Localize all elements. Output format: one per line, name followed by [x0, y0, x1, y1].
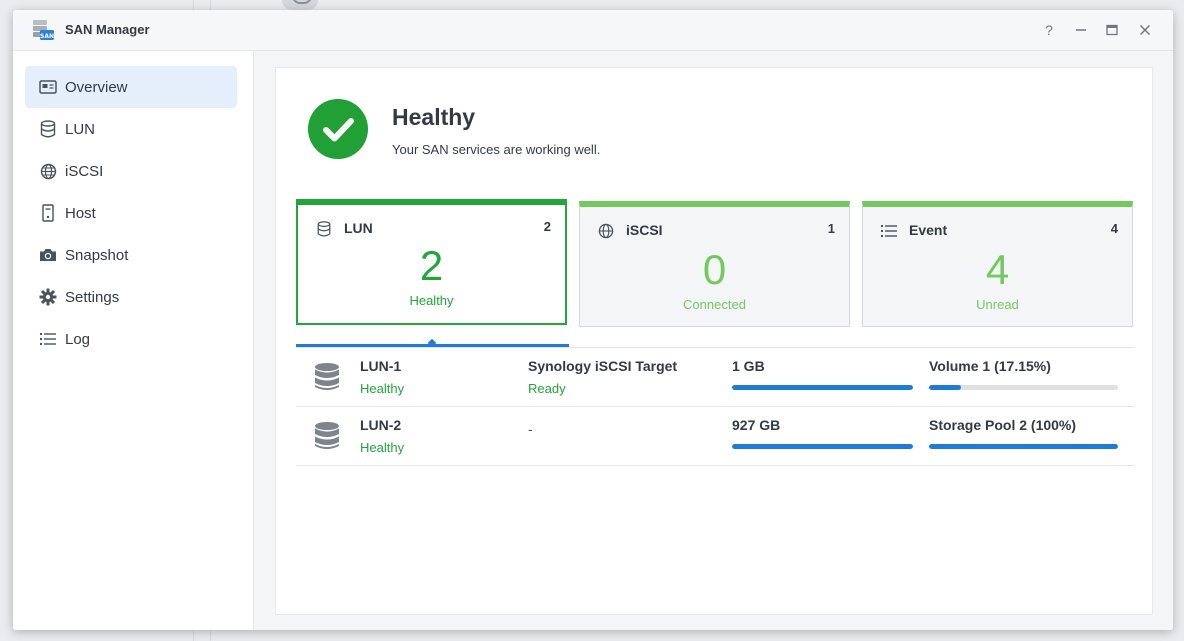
globe-icon: [39, 162, 57, 180]
san-manager-window: SAN SAN Manager ? Overview LUN iSCSI Hos…: [13, 10, 1173, 630]
card-title: iSCSI: [626, 222, 663, 238]
lun-health: Healthy: [360, 440, 405, 455]
globe-icon: [598, 223, 614, 239]
lun-size-bar: [732, 444, 913, 449]
maximize-icon: [1106, 24, 1118, 36]
maximize-button[interactable]: [1100, 18, 1124, 42]
card-value: 0: [702, 246, 727, 293]
event-summary-card[interactable]: Event 4 4 Unread: [862, 201, 1133, 327]
minimize-button[interactable]: [1069, 18, 1093, 42]
table-row[interactable]: LUN-1 Healthy Synology iSCSI Target Read…: [296, 348, 1134, 407]
table-row[interactable]: LUN-2 Healthy - 927 GB Storage Pool 2 (1…: [296, 407, 1134, 466]
host-icon: [39, 204, 57, 222]
lun-location-usage-bar: [929, 385, 1118, 390]
lun-size: 1 GB: [732, 358, 765, 374]
checkmark-icon: [323, 118, 354, 142]
card-value: 4: [985, 246, 1010, 293]
status-subtitle: Your SAN services are working well.: [392, 142, 601, 157]
card-status: Healthy: [409, 293, 454, 308]
lun-target: Synology iSCSI Target: [528, 358, 678, 374]
lun-location: Storage Pool 2 (100%): [929, 417, 1077, 433]
close-button[interactable]: [1133, 18, 1157, 42]
database-icon: [317, 221, 331, 237]
lun-disk-icon: [315, 422, 339, 449]
lun-size-bar: [732, 385, 913, 390]
camera-icon: [39, 246, 57, 264]
card-status: Unread: [976, 297, 1019, 312]
card-status: Connected: [683, 297, 746, 312]
svg-text:SAN: SAN: [40, 33, 54, 40]
lun-target-status: Ready: [528, 381, 566, 396]
help-button[interactable]: ?: [1037, 18, 1061, 42]
list-icon: [39, 330, 57, 348]
lun-name: LUN-2: [360, 417, 402, 433]
overview-panel: Healthy Your SAN services are working we…: [275, 67, 1153, 615]
main-content: Healthy Your SAN services are working we…: [254, 51, 1173, 630]
sidebar-item-label: Host: [65, 204, 96, 222]
card-value: 2: [419, 242, 444, 289]
lun-size: 927 GB: [732, 417, 781, 433]
card-title: LUN: [344, 220, 373, 236]
card-title: Event: [909, 222, 948, 238]
database-icon: [39, 120, 57, 138]
gear-icon: [39, 288, 57, 306]
list-icon: [881, 225, 897, 237]
sidebar-item-label: Overview: [65, 78, 128, 96]
lun-target: -: [528, 421, 533, 437]
san-manager-app-icon: SAN: [33, 20, 54, 40]
sidebar-item-log[interactable]: Log: [25, 318, 237, 360]
sidebar-item-lun[interactable]: LUN: [25, 108, 237, 150]
card-count: 2: [543, 219, 551, 234]
sidebar-item-iscsi[interactable]: iSCSI: [25, 150, 237, 192]
desktop-storage-icon: [282, 0, 318, 10]
status-title: Healthy: [392, 104, 476, 130]
sidebar: Overview LUN iSCSI Host Snapshot Setting…: [13, 51, 254, 630]
minimize-icon: [1076, 29, 1086, 31]
sidebar-item-snapshot[interactable]: Snapshot: [25, 234, 237, 276]
sidebar-item-label: Log: [65, 330, 91, 348]
lun-location-usage-bar: [929, 444, 1118, 449]
lun-name: LUN-1: [360, 358, 402, 374]
lun-disk-icon: [315, 363, 339, 390]
card-count: 4: [1110, 221, 1118, 236]
lun-location: Volume 1 (17.15%): [929, 358, 1051, 374]
card-count: 1: [827, 221, 835, 236]
window-title: SAN Manager: [65, 22, 150, 37]
overview-icon: [39, 78, 57, 96]
iscsi-summary-card[interactable]: iSCSI 1 0 Connected: [579, 201, 850, 327]
sidebar-item-host[interactable]: Host: [25, 192, 237, 234]
sidebar-item-label: iSCSI: [65, 162, 104, 180]
sidebar-item-label: LUN: [65, 120, 96, 138]
healthy-status-icon: [308, 99, 368, 159]
sidebar-item-label: Snapshot: [65, 246, 129, 264]
lun-health: Healthy: [360, 381, 405, 396]
lun-summary-card[interactable]: LUN 2 2 Healthy: [296, 199, 567, 325]
sidebar-item-overview[interactable]: Overview: [25, 66, 237, 108]
close-icon: [1139, 24, 1151, 36]
sidebar-item-label: Settings: [65, 288, 120, 306]
title-bar: SAN SAN Manager ?: [13, 10, 1173, 51]
sidebar-item-settings[interactable]: Settings: [25, 276, 237, 318]
selection-indicator: [296, 344, 569, 347]
